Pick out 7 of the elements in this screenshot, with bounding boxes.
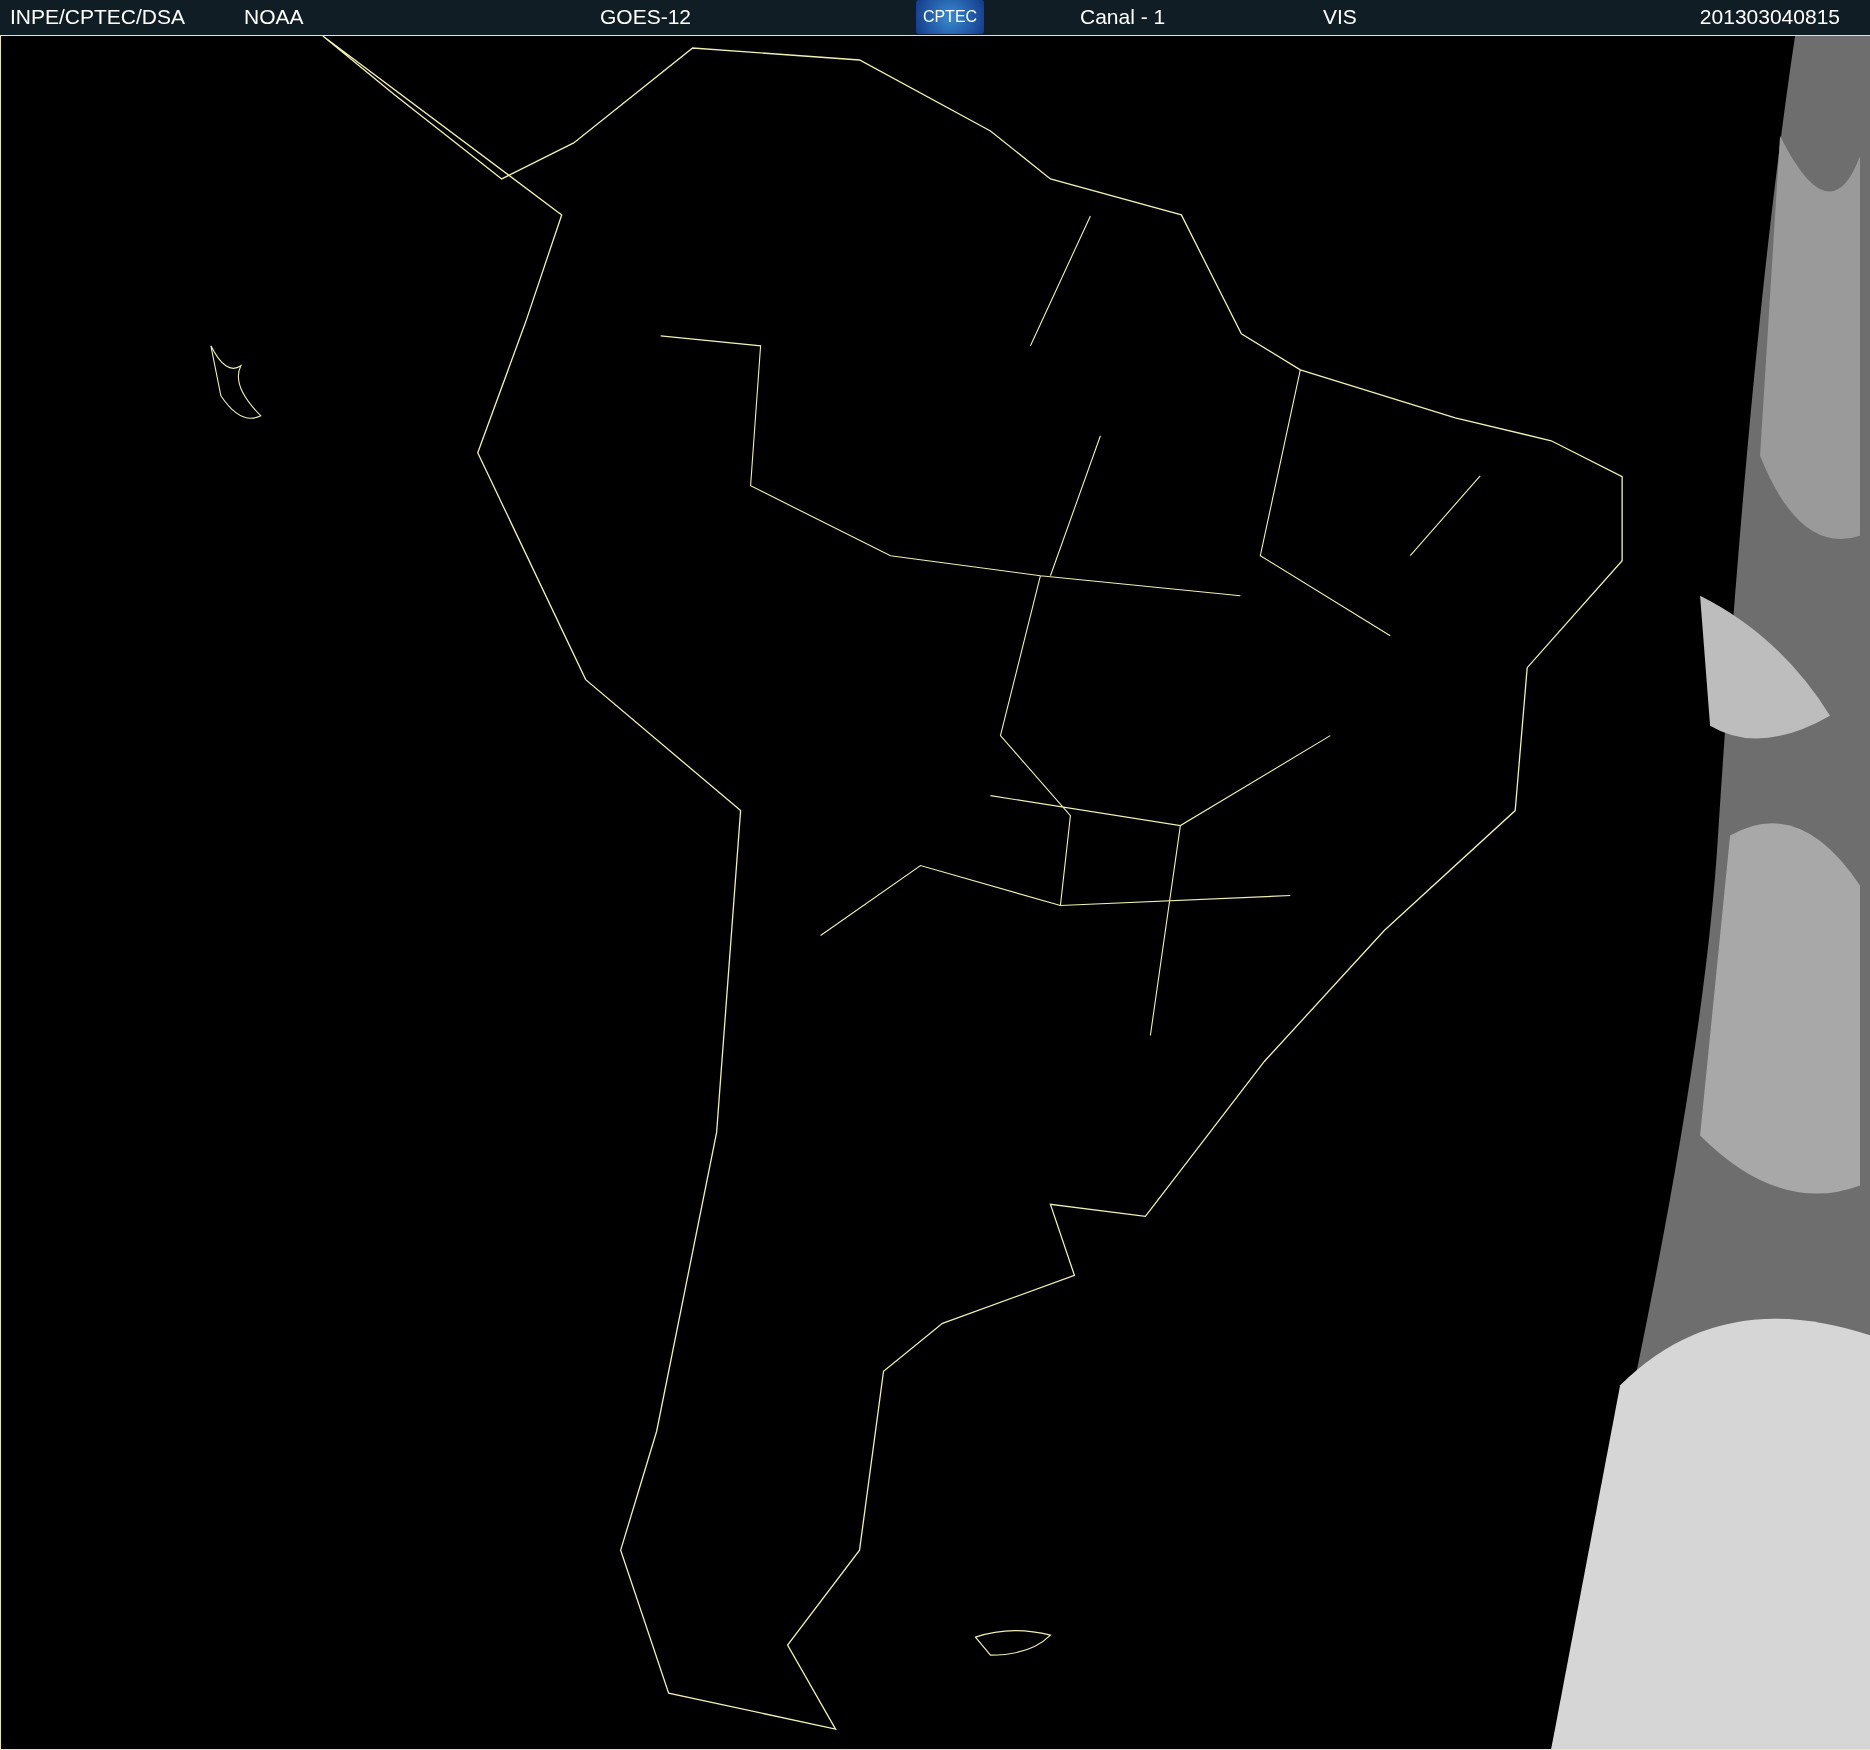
source-label: INPE/CPTEC/DSA <box>9 5 186 30</box>
timestamp-label: 201303040815 <box>1699 5 1841 30</box>
channel-label: Canal - 1 <box>1080 5 1166 30</box>
agency-label: NOAA <box>244 5 304 30</box>
satellite-label: GOES-12 <box>600 5 692 30</box>
logo: CPTEC <box>916 0 984 35</box>
band-label: VIS <box>1323 5 1357 30</box>
